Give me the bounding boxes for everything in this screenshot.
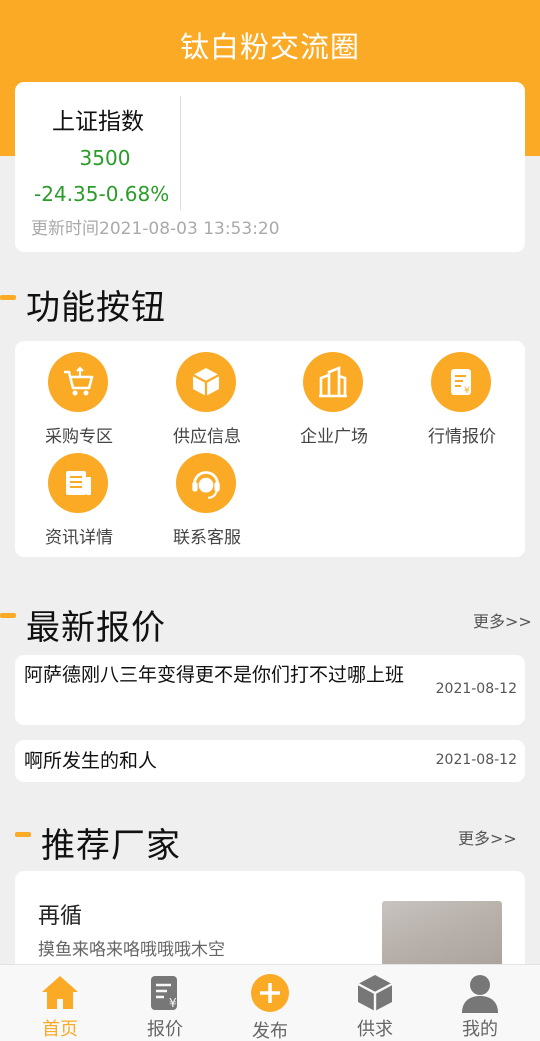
shopping-cart-icon [48,352,108,412]
quotes-more-link[interactable]: 更多>> [473,608,532,632]
tab-publish[interactable]: 发布 [216,965,324,1041]
function-supply[interactable]: 供应信息 [143,341,271,447]
index-change: -24.35-0.68% [34,182,170,206]
function-label: 资讯详情 [45,528,113,548]
function-grid: 采购专区 供应信息 企业广场 ¥ 行情报价 资讯详情 联系客服 [15,341,525,557]
section-marker [0,613,16,618]
svg-text:¥: ¥ [169,996,177,1010]
section-title-factories: 推荐厂家 [41,826,181,866]
quote-date: 2021-08-12 [435,752,517,768]
section-marker [0,295,16,300]
tab-label: 我的 [462,1019,498,1040]
function-news[interactable]: 资讯详情 [15,442,143,548]
tab-supply-demand[interactable]: 供求 [321,965,429,1041]
svg-text:¥: ¥ [464,386,470,396]
function-label: 企业广场 [300,427,368,447]
home-icon [42,976,78,1009]
box-icon [357,975,393,1011]
update-time: 更新时间2021-08-03 13:53:20 [31,219,280,239]
quote-title: 啊所发生的和人 [24,750,158,772]
quote-item[interactable]: 阿萨德刚八三年变得更不是你们打不过哪上班 2021-08-12 [15,655,525,725]
function-enterprise[interactable]: 企业广场 [270,341,398,447]
news-icon [48,453,108,513]
bottom-tab-bar: 首页 ¥ 报价 发布 供求 我的 [0,964,540,1041]
quote-date: 2021-08-12 [435,681,517,697]
section-title-quotes: 最新报价 [26,608,166,648]
index-value: 3500 [79,146,131,170]
divider [180,96,181,210]
factories-more-link[interactable]: 更多>> [458,825,517,849]
function-label: 行情报价 [428,427,496,447]
function-label: 联系客服 [173,528,241,548]
price-document-icon: ¥ [151,976,177,1010]
index-name: 上证指数 [52,109,144,135]
customer-service-icon [176,453,236,513]
price-document-icon: ¥ [431,352,491,412]
tab-label: 报价 [147,1019,183,1040]
tab-label: 首页 [42,1019,78,1040]
building-icon [303,352,363,412]
tab-label: 供求 [357,1019,393,1040]
add-circle-icon [251,974,289,1012]
tab-label: 发布 [252,1021,288,1041]
section-title-functions: 功能按钮 [26,288,166,328]
quote-title: 阿萨德刚八三年变得更不是你们打不过哪上班 [24,664,405,686]
function-market-price[interactable]: ¥ 行情报价 [398,341,526,447]
tab-profile[interactable]: 我的 [426,965,534,1041]
function-customer-service[interactable]: 联系客服 [143,442,271,548]
stock-index-card[interactable]: 上证指数 3500 -24.35-0.68% 更新时间2021-08-03 13… [15,82,525,252]
factory-description: 摸鱼来咯来咯哦哦哦木空 [38,940,225,960]
section-marker [15,832,31,837]
tab-home[interactable]: 首页 [6,965,114,1041]
function-purchase[interactable]: 采购专区 [15,341,143,447]
factory-name: 再循 [38,904,83,929]
quote-item[interactable]: 啊所发生的和人 2021-08-12 [15,740,525,782]
user-icon [462,975,498,1013]
box-icon [176,352,236,412]
page-title: 钛白粉交流圈 [179,30,360,64]
tab-quotes[interactable]: ¥ 报价 [111,965,219,1041]
